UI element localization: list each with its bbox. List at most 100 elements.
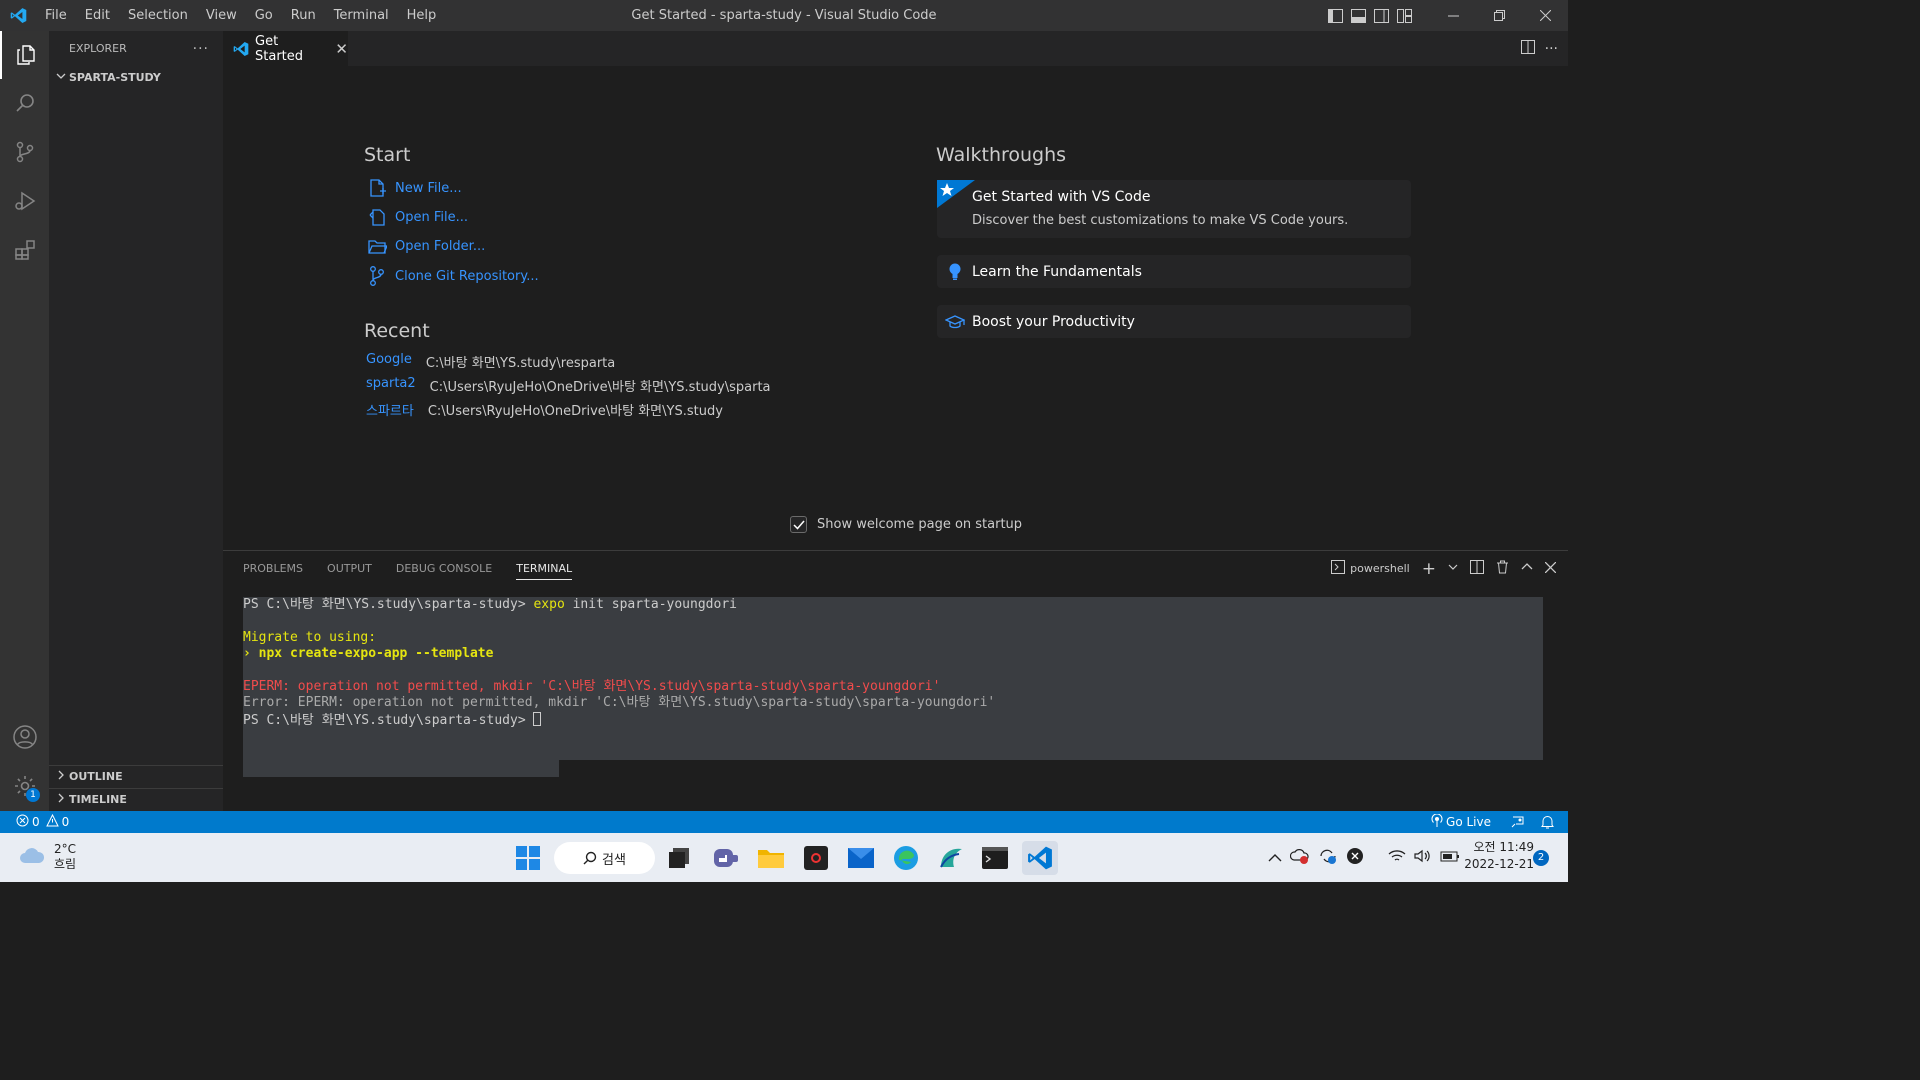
new-file-label: New File... xyxy=(395,180,462,196)
menu-edit[interactable]: Edit xyxy=(76,0,119,31)
go-live-button[interactable]: Go Live xyxy=(1431,813,1491,830)
git-branch-icon xyxy=(367,265,395,287)
sync-icon[interactable] xyxy=(1318,847,1338,869)
menu-run[interactable]: Run xyxy=(282,0,325,31)
teams-chat-icon[interactable] xyxy=(708,841,744,875)
terminal-cursor xyxy=(533,711,542,726)
clock-time: 오전 11:49 xyxy=(1473,840,1534,854)
tab-label: Get Started xyxy=(255,33,304,64)
chevron-down-icon[interactable] xyxy=(1448,562,1458,575)
wifi-icon[interactable] xyxy=(1388,848,1406,867)
extensions-icon[interactable] xyxy=(0,226,49,274)
customize-layout-icon[interactable] xyxy=(1393,0,1416,31)
toggle-secondary-sidebar-icon[interactable] xyxy=(1370,0,1393,31)
recent-item[interactable]: 스파르타 C:\Users\RyuJeHo\OneDrive\바탕 화면\YS.… xyxy=(366,400,723,419)
app-tray-icon[interactable] xyxy=(1346,847,1364,869)
search-icon[interactable] xyxy=(0,79,49,127)
windows-start-icon[interactable] xyxy=(510,841,546,875)
edge-browser-icon[interactable] xyxy=(888,841,924,875)
walkthrough-description: Discover the best customizations to make… xyxy=(972,213,1349,228)
close-tab-icon[interactable]: ✕ xyxy=(335,40,348,58)
notification-badge[interactable]: 2 xyxy=(1533,850,1549,866)
toggle-primary-sidebar-icon[interactable] xyxy=(1324,0,1347,31)
minimize-icon[interactable] xyxy=(1430,0,1476,31)
show-on-startup-checkbox[interactable] xyxy=(790,516,807,533)
menu-help[interactable]: Help xyxy=(398,0,446,31)
onedrive-icon[interactable] xyxy=(1289,848,1310,868)
mail-icon[interactable] xyxy=(843,841,879,875)
close-window-icon[interactable] xyxy=(1522,0,1568,31)
walkthrough-learn-fundamentals[interactable]: Learn the Fundamentals xyxy=(937,255,1411,288)
tab-output[interactable]: OUTPUT xyxy=(327,562,372,575)
close-panel-icon[interactable] xyxy=(1544,561,1557,576)
recent-name[interactable]: Google xyxy=(366,352,412,371)
vscode-tab-icon xyxy=(233,41,249,57)
taskbar-search[interactable]: 검색 xyxy=(554,842,655,874)
title-bar: File Edit Selection View Go Run Terminal… xyxy=(0,0,1568,31)
problems-indicator[interactable]: 0 0 xyxy=(16,813,69,830)
split-terminal-icon[interactable] xyxy=(1470,560,1484,577)
open-file-link[interactable]: Open File... xyxy=(367,207,468,227)
clock[interactable]: 오전 11:49 2022-12-21 xyxy=(1458,839,1534,873)
explorer-header: EXPLORER xyxy=(69,42,127,55)
terminal-prompt: PS C:\바탕 화면\YS.study\sparta-study> xyxy=(243,597,534,612)
timeline-section[interactable]: TIMELINE xyxy=(49,788,223,810)
tab-terminal[interactable]: TERMINAL xyxy=(516,562,573,580)
feedback-icon[interactable] xyxy=(1511,815,1525,829)
notifications-bell-icon[interactable] xyxy=(1541,815,1554,829)
show-on-startup[interactable]: Show welcome page on startup xyxy=(790,516,1022,533)
new-file-link[interactable]: New File... xyxy=(367,178,462,198)
recent-item[interactable]: Google C:\바탕 화면\YS.study\resparta xyxy=(366,352,615,371)
split-editor-icon[interactable] xyxy=(1520,39,1535,58)
outline-section[interactable]: OUTLINE xyxy=(49,765,223,787)
source-control-icon[interactable] xyxy=(0,128,49,176)
restore-icon[interactable] xyxy=(1476,0,1522,31)
walkthrough-boost-productivity[interactable]: Boost your Productivity xyxy=(937,305,1411,338)
weather-widget[interactable]: 2°C 흐림 xyxy=(18,842,76,872)
menu-terminal[interactable]: Terminal xyxy=(325,0,398,31)
explorer-icon[interactable] xyxy=(0,31,49,79)
tab-problems[interactable]: PROBLEMS xyxy=(243,562,303,575)
terminal-selector[interactable]: powershell xyxy=(1331,560,1410,577)
walkthrough-title: Learn the Fundamentals xyxy=(972,263,1142,280)
terminal-command: expo xyxy=(533,597,565,612)
volume-icon[interactable] xyxy=(1414,848,1432,867)
clone-git-repository-link[interactable]: Clone Git Repository... xyxy=(367,265,539,287)
menu-go[interactable]: Go xyxy=(246,0,282,31)
folder-sparta-study[interactable]: SPARTA-STUDY xyxy=(49,66,223,88)
app-icon-dark[interactable] xyxy=(798,841,834,875)
menu-selection[interactable]: Selection xyxy=(119,0,197,31)
toggle-panel-icon[interactable] xyxy=(1347,0,1370,31)
editor-more-actions-icon[interactable]: ··· xyxy=(1545,41,1558,57)
search-label: 검색 xyxy=(602,852,626,868)
recent-item[interactable]: sparta2 C:\Users\RyuJeHo\OneDrive\바탕 화면\… xyxy=(366,376,771,395)
more-actions-icon[interactable]: ··· xyxy=(193,41,209,57)
run-debug-icon[interactable] xyxy=(0,177,49,225)
terminal-name: powershell xyxy=(1350,562,1410,575)
terminal-output[interactable]: PS C:\바탕 화면\YS.study\sparta-study> expo … xyxy=(243,597,1543,760)
maximize-panel-icon[interactable] xyxy=(1521,562,1533,575)
manage-gear-icon[interactable]: 1 xyxy=(0,762,49,810)
open-file-label: Open File... xyxy=(395,209,469,225)
task-view-icon[interactable] xyxy=(662,841,698,875)
error-icon xyxy=(16,814,29,830)
open-folder-link[interactable]: Open Folder... xyxy=(367,236,485,256)
trash-icon[interactable] xyxy=(1496,560,1509,577)
menu-view[interactable]: View xyxy=(197,0,246,31)
walkthrough-get-started[interactable]: Get Started with VS Code Discover the be… xyxy=(937,180,1411,238)
file-explorer-icon[interactable] xyxy=(753,841,789,875)
accounts-icon[interactable] xyxy=(0,713,49,761)
browser-app-icon[interactable] xyxy=(933,841,969,875)
recent-name[interactable]: sparta2 xyxy=(366,376,416,395)
battery-icon[interactable] xyxy=(1440,848,1460,867)
terminal-shell-icon xyxy=(1331,560,1346,577)
new-terminal-icon[interactable]: + xyxy=(1422,559,1436,579)
show-hidden-icons-icon[interactable] xyxy=(1268,848,1282,867)
tab-debug-console[interactable]: DEBUG CONSOLE xyxy=(396,562,492,575)
recent-path: C:\Users\RyuJeHo\OneDrive\바탕 화면\YS.study… xyxy=(429,380,771,395)
menu-file[interactable]: File xyxy=(36,0,76,31)
terminal-app-icon[interactable] xyxy=(977,841,1013,875)
vscode-taskbar-icon[interactable] xyxy=(1022,841,1058,875)
recent-name[interactable]: 스파르타 xyxy=(366,400,414,419)
tab-get-started[interactable]: Get Started ✕ xyxy=(223,31,348,66)
